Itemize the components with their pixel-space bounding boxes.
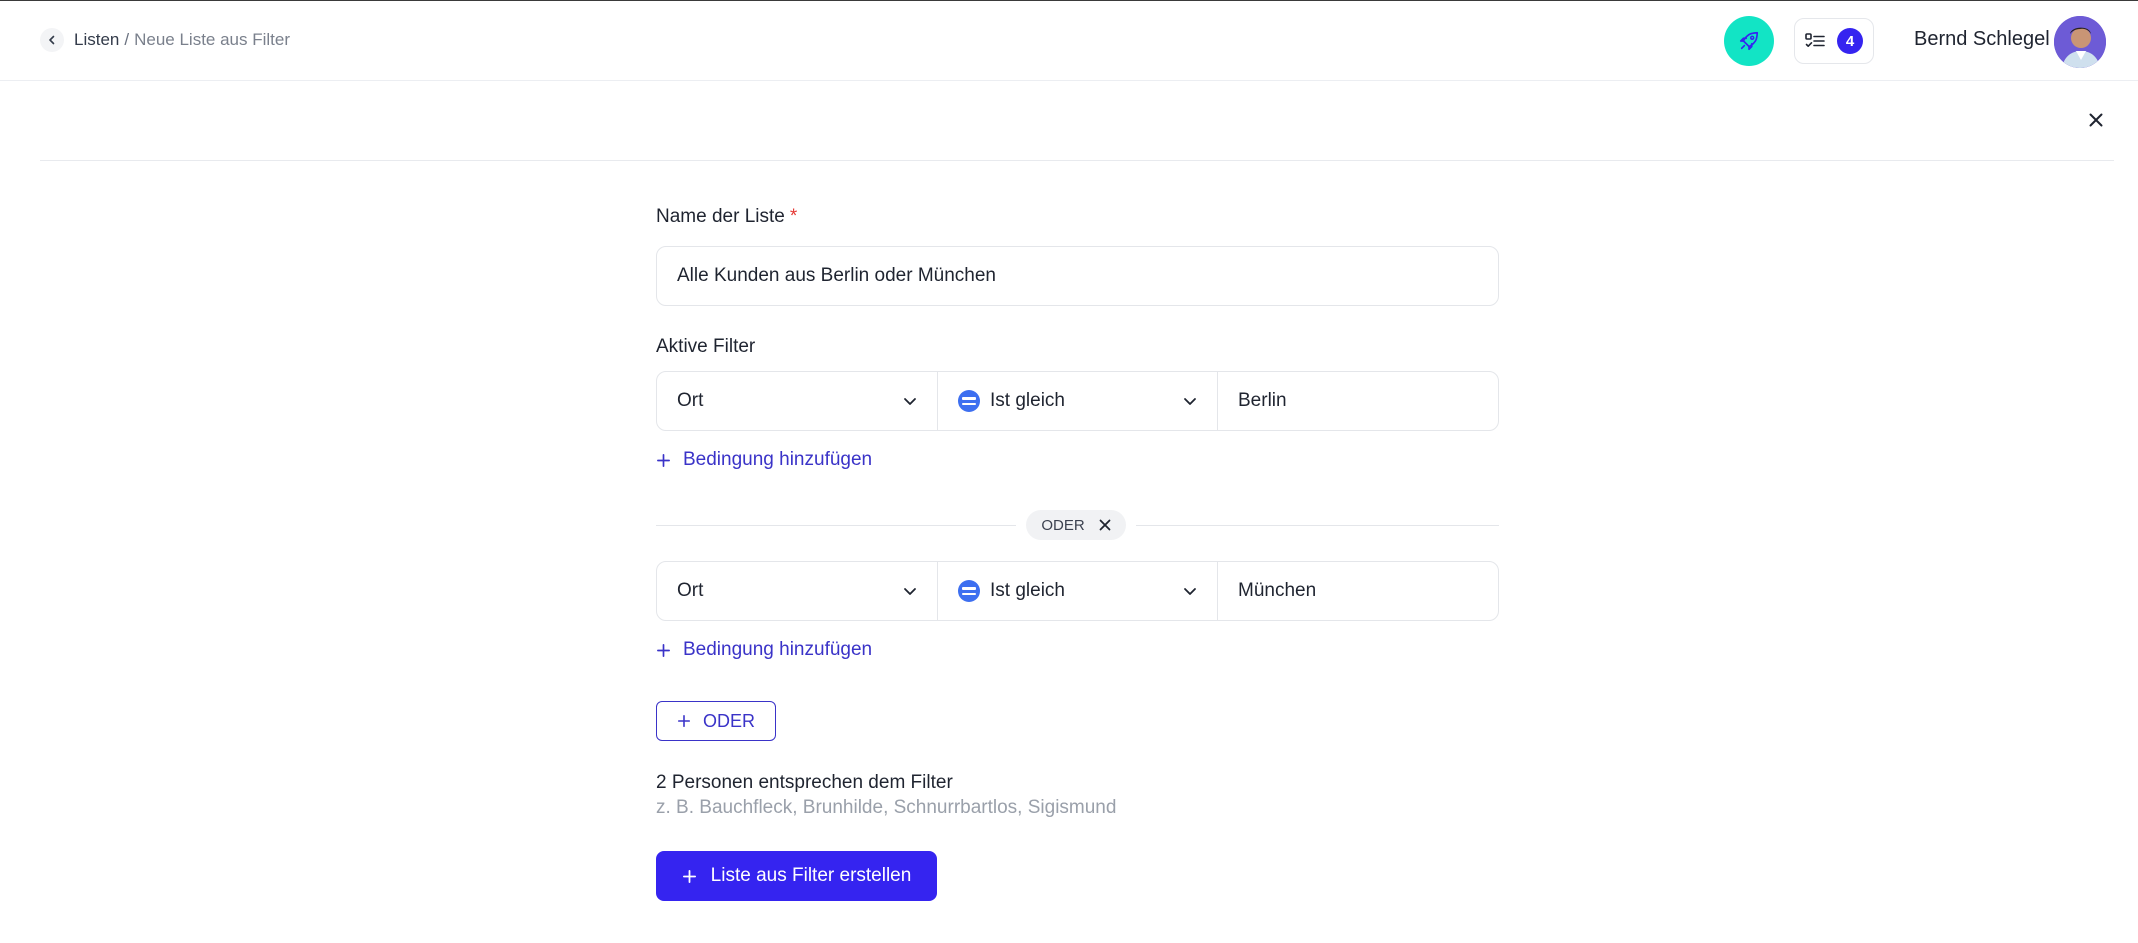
x-icon: [1099, 519, 1111, 531]
filter-field-value: Ort: [677, 580, 704, 601]
tasks-count-badge: 4: [1837, 28, 1863, 54]
filter-operator-select[interactable]: Ist gleich: [937, 562, 1217, 620]
tasks-button[interactable]: 4: [1794, 18, 1874, 64]
or-separator: ODER: [656, 510, 1499, 540]
filter-row: Ort Ist gleich München: [656, 561, 1499, 621]
match-examples-text: z. B. Bauchfleck, Brunhilde, Schnurrbart…: [656, 797, 1117, 818]
close-icon: [2089, 113, 2103, 127]
add-or-group-label: ODER: [702, 710, 755, 731]
chevron-down-icon: [1184, 588, 1196, 595]
back-button[interactable]: [40, 28, 64, 52]
add-condition-button[interactable]: Bedingung hinzufügen: [656, 639, 872, 661]
match-count-text: 2 Personen entsprechen dem Filter: [656, 772, 953, 793]
checklist-icon: [1805, 33, 1825, 47]
breadcrumb-link-listen[interactable]: Listen: [74, 30, 119, 50]
list-from-filter-form: Name der Liste * Aktive Filter Ort Ist g…: [656, 206, 1499, 901]
breadcrumb-current: Neue Liste aus Filter: [134, 30, 291, 49]
create-list-label: Liste aus Filter erstellen: [710, 865, 912, 886]
chevron-down-icon: [904, 588, 916, 595]
filter-operator-value: Ist gleich: [990, 390, 1065, 411]
plus-icon: [657, 453, 670, 467]
separator-line: [656, 525, 1016, 526]
filter-operator-select[interactable]: Ist gleich: [937, 372, 1217, 430]
top-bar: Listen / Neue Liste aus Filter 4 Bernd S…: [0, 1, 2138, 81]
filter-field-select[interactable]: Ort: [657, 372, 937, 430]
create-list-button[interactable]: Liste aus Filter erstellen: [656, 851, 937, 901]
user-name: Bernd Schlegel: [1914, 28, 2050, 50]
active-filters-label: Aktive Filter: [656, 336, 756, 357]
equals-icon: [958, 390, 980, 412]
close-button[interactable]: [2082, 106, 2110, 134]
add-condition-button[interactable]: Bedingung hinzufügen: [656, 449, 872, 471]
rocket-icon: [1739, 31, 1759, 51]
filter-value-input[interactable]: München: [1217, 562, 1498, 620]
chevron-left-icon: [49, 35, 55, 45]
remove-or-group-button[interactable]: [1099, 519, 1111, 531]
plus-icon: [682, 869, 696, 883]
plus-icon: [677, 714, 691, 728]
list-name-label-text: Name der Liste: [656, 206, 785, 227]
filter-value-input[interactable]: Berlin: [1217, 372, 1498, 430]
or-badge: ODER: [1026, 510, 1126, 540]
add-or-group-button[interactable]: ODER: [656, 701, 776, 741]
separator-line: [1136, 525, 1499, 526]
add-condition-label: Bedingung hinzufügen: [683, 449, 873, 470]
breadcrumb-separator: /: [124, 30, 130, 49]
filter-field-select[interactable]: Ort: [657, 562, 937, 620]
filter-value-text: Berlin: [1238, 390, 1287, 411]
filter-row: Ort Ist gleich Berlin: [656, 371, 1499, 431]
plus-icon: [657, 643, 670, 657]
filter-operator-value: Ist gleich: [990, 580, 1065, 601]
chevron-down-icon: [904, 398, 916, 405]
content-divider: [40, 160, 2114, 161]
chevron-down-icon: [1184, 398, 1196, 405]
list-name-label: Name der Liste *: [656, 206, 1499, 228]
equals-icon: [958, 580, 980, 602]
required-indicator: *: [789, 206, 798, 227]
filter-field-value: Ort: [677, 390, 704, 411]
add-condition-label: Bedingung hinzufügen: [683, 639, 873, 660]
list-name-input[interactable]: [656, 246, 1499, 306]
or-badge-label: ODER: [1041, 516, 1085, 534]
quick-start-button[interactable]: [1724, 16, 1774, 66]
breadcrumb: Listen / Neue Liste aus Filter: [74, 30, 290, 50]
user-avatar-icon: [2054, 16, 2106, 68]
filter-value-text: München: [1238, 580, 1317, 601]
avatar[interactable]: [2054, 16, 2106, 68]
